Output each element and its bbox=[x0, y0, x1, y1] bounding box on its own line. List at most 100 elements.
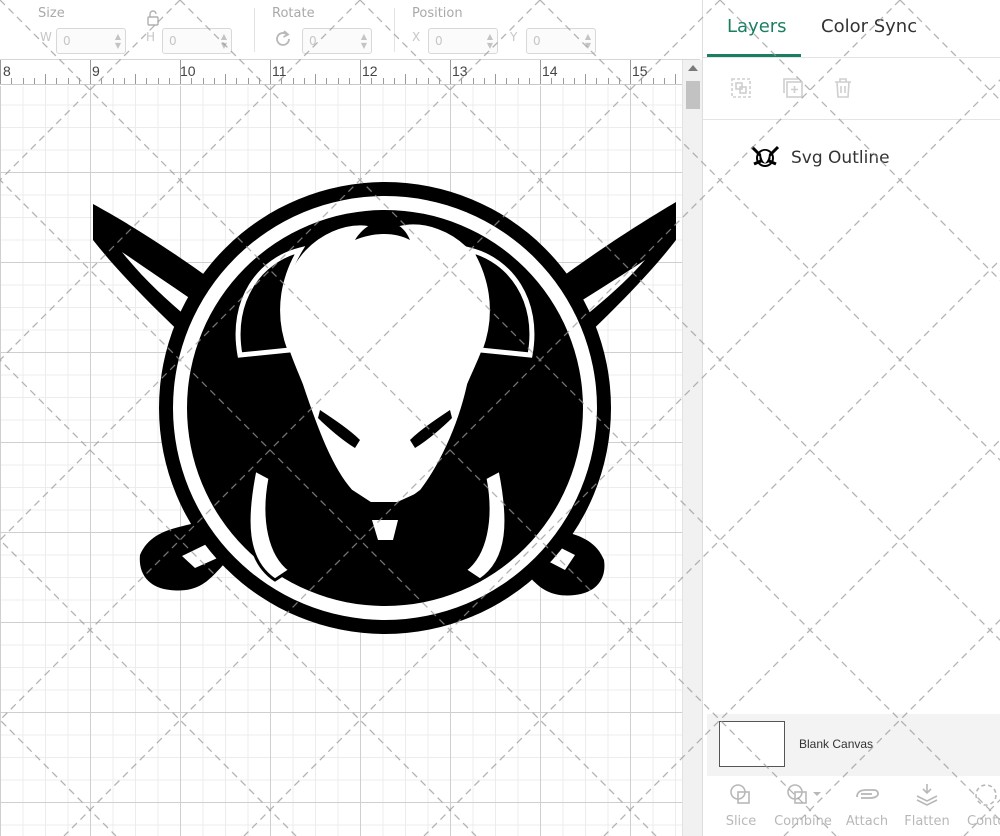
y-position-input[interactable]: 0 ▲ ▼ bbox=[526, 28, 596, 54]
layers-panel: Layers Color Sync Svg Outline Blank Canv… bbox=[702, 0, 1000, 836]
tab-color-sync[interactable]: Color Sync bbox=[821, 16, 917, 37]
ruler-tick bbox=[225, 74, 226, 84]
width-value: 0 bbox=[63, 34, 71, 48]
contour-icon bbox=[959, 782, 1000, 808]
width-input[interactable]: 0 ▲ ▼ bbox=[56, 28, 126, 54]
flatten-label: Flatten bbox=[904, 814, 950, 829]
slice-label: Slice bbox=[725, 814, 757, 829]
ruler-tick bbox=[528, 78, 530, 84]
height-value: 0 bbox=[169, 34, 177, 48]
ruler-tick bbox=[22, 78, 24, 84]
edit-toolbar: Size W 0 ▲ ▼ H 0 ▲ ▼ Rotate 0 ▲ ▼ Position … bbox=[0, 0, 700, 60]
slice-icon bbox=[711, 782, 771, 808]
ruler-tick bbox=[0, 60, 1, 84]
ruler-tick bbox=[427, 78, 429, 84]
rotate-input[interactable]: 0 ▲ ▼ bbox=[302, 28, 372, 54]
ruler-tick bbox=[78, 78, 80, 84]
ruler-tick bbox=[573, 78, 575, 84]
scroll-thumb[interactable] bbox=[686, 81, 700, 109]
ruler-number: 12 bbox=[362, 63, 378, 79]
y-axis-label: Y bbox=[510, 30, 518, 44]
ruler-tick bbox=[213, 78, 215, 84]
ruler-tick bbox=[562, 78, 564, 84]
ruler-number: 15 bbox=[632, 63, 648, 79]
combine-label: Combine bbox=[774, 814, 832, 829]
x-position-input[interactable]: 0 ▲ ▼ bbox=[428, 28, 498, 54]
rotate-stepper[interactable]: ▲ ▼ bbox=[359, 32, 369, 50]
ruler-tick bbox=[382, 78, 384, 84]
rotate-value: 0 bbox=[309, 34, 317, 48]
ruler-tick bbox=[112, 78, 114, 84]
ruler-tick bbox=[101, 78, 103, 84]
contour-button[interactable]: Conto bbox=[959, 780, 1000, 832]
attach-label: Attach bbox=[845, 814, 889, 829]
ruler-number: 8 bbox=[3, 63, 11, 79]
toolbar-divider bbox=[394, 8, 395, 52]
ruler-tick bbox=[607, 78, 609, 84]
height-input[interactable]: 0 ▲ ▼ bbox=[162, 28, 232, 54]
flatten-icon bbox=[897, 782, 957, 808]
ruler-tick bbox=[270, 60, 271, 84]
ruler-tick bbox=[438, 78, 440, 84]
ruler-tick bbox=[652, 78, 654, 84]
slice-button[interactable]: Slice bbox=[711, 780, 771, 832]
ruler-tick bbox=[45, 74, 46, 84]
width-stepper[interactable]: ▲ ▼ bbox=[113, 32, 123, 50]
ruler-tick bbox=[292, 78, 294, 84]
blank-canvas-thumbnail[interactable] bbox=[719, 721, 785, 767]
lock-icon[interactable] bbox=[146, 10, 160, 30]
contour-label: Conto bbox=[967, 814, 1000, 829]
layer-name: Svg Outline bbox=[791, 148, 890, 168]
design-canvas[interactable] bbox=[0, 86, 682, 836]
ruler-tick bbox=[123, 78, 125, 84]
x-axis-label: X bbox=[412, 30, 421, 44]
ruler-tick bbox=[236, 78, 238, 84]
rotate-icon bbox=[272, 28, 294, 55]
duplicate-icon[interactable] bbox=[781, 76, 805, 100]
scroll-up-arrow[interactable] bbox=[688, 65, 698, 71]
canvas-scrollbar[interactable] bbox=[682, 60, 702, 836]
ruler-tick bbox=[247, 78, 249, 84]
ruler-tick bbox=[348, 78, 350, 84]
ruler-tick bbox=[483, 78, 485, 84]
y-value: 0 bbox=[533, 34, 541, 48]
ruler-number: 13 bbox=[452, 63, 468, 79]
height-axis-label: H bbox=[146, 30, 156, 44]
combine-button[interactable]: Combine bbox=[773, 780, 833, 832]
ruler-tick bbox=[517, 78, 519, 84]
attach-button[interactable]: Attach bbox=[837, 780, 897, 832]
canvas-layer-row[interactable]: Blank Canvas bbox=[707, 714, 1000, 776]
buffalo-swords-logo[interactable] bbox=[0, 86, 682, 836]
tab-layers[interactable]: Layers bbox=[727, 16, 787, 37]
combine-icon bbox=[773, 782, 833, 808]
ruler-number: 10 bbox=[180, 63, 196, 79]
ruler-tick bbox=[405, 74, 406, 84]
ruler-tick bbox=[11, 78, 13, 84]
ruler-tick bbox=[675, 74, 676, 84]
ruler-tick bbox=[450, 60, 451, 84]
y-stepper[interactable]: ▲ ▼ bbox=[583, 32, 593, 50]
ruler-tick bbox=[56, 78, 58, 84]
position-label: Position bbox=[412, 6, 463, 21]
delete-icon[interactable] bbox=[831, 76, 855, 100]
ruler-tick bbox=[618, 78, 620, 84]
x-stepper[interactable]: ▲ ▼ bbox=[485, 32, 495, 50]
ruler-tick bbox=[393, 78, 395, 84]
flatten-button[interactable]: Flatten bbox=[897, 780, 957, 832]
height-stepper[interactable]: ▲ ▼ bbox=[219, 32, 229, 50]
ruler-tick bbox=[202, 78, 204, 84]
ruler-tick bbox=[416, 78, 418, 84]
ruler-tick bbox=[258, 78, 260, 84]
tabs-divider bbox=[703, 57, 1000, 58]
ruler-number: 14 bbox=[542, 63, 558, 79]
ruler-tick bbox=[360, 60, 361, 84]
ruler-tick bbox=[461, 78, 463, 84]
width-axis-label: W bbox=[40, 30, 52, 44]
ruler-tick bbox=[371, 78, 373, 84]
ruler-tick bbox=[67, 78, 69, 84]
group-icon[interactable] bbox=[729, 76, 753, 100]
ruler-tick bbox=[630, 60, 631, 84]
ruler-tick bbox=[191, 78, 193, 84]
ruler-tick bbox=[326, 78, 328, 84]
layer-item[interactable]: Svg Outline bbox=[703, 140, 1000, 176]
